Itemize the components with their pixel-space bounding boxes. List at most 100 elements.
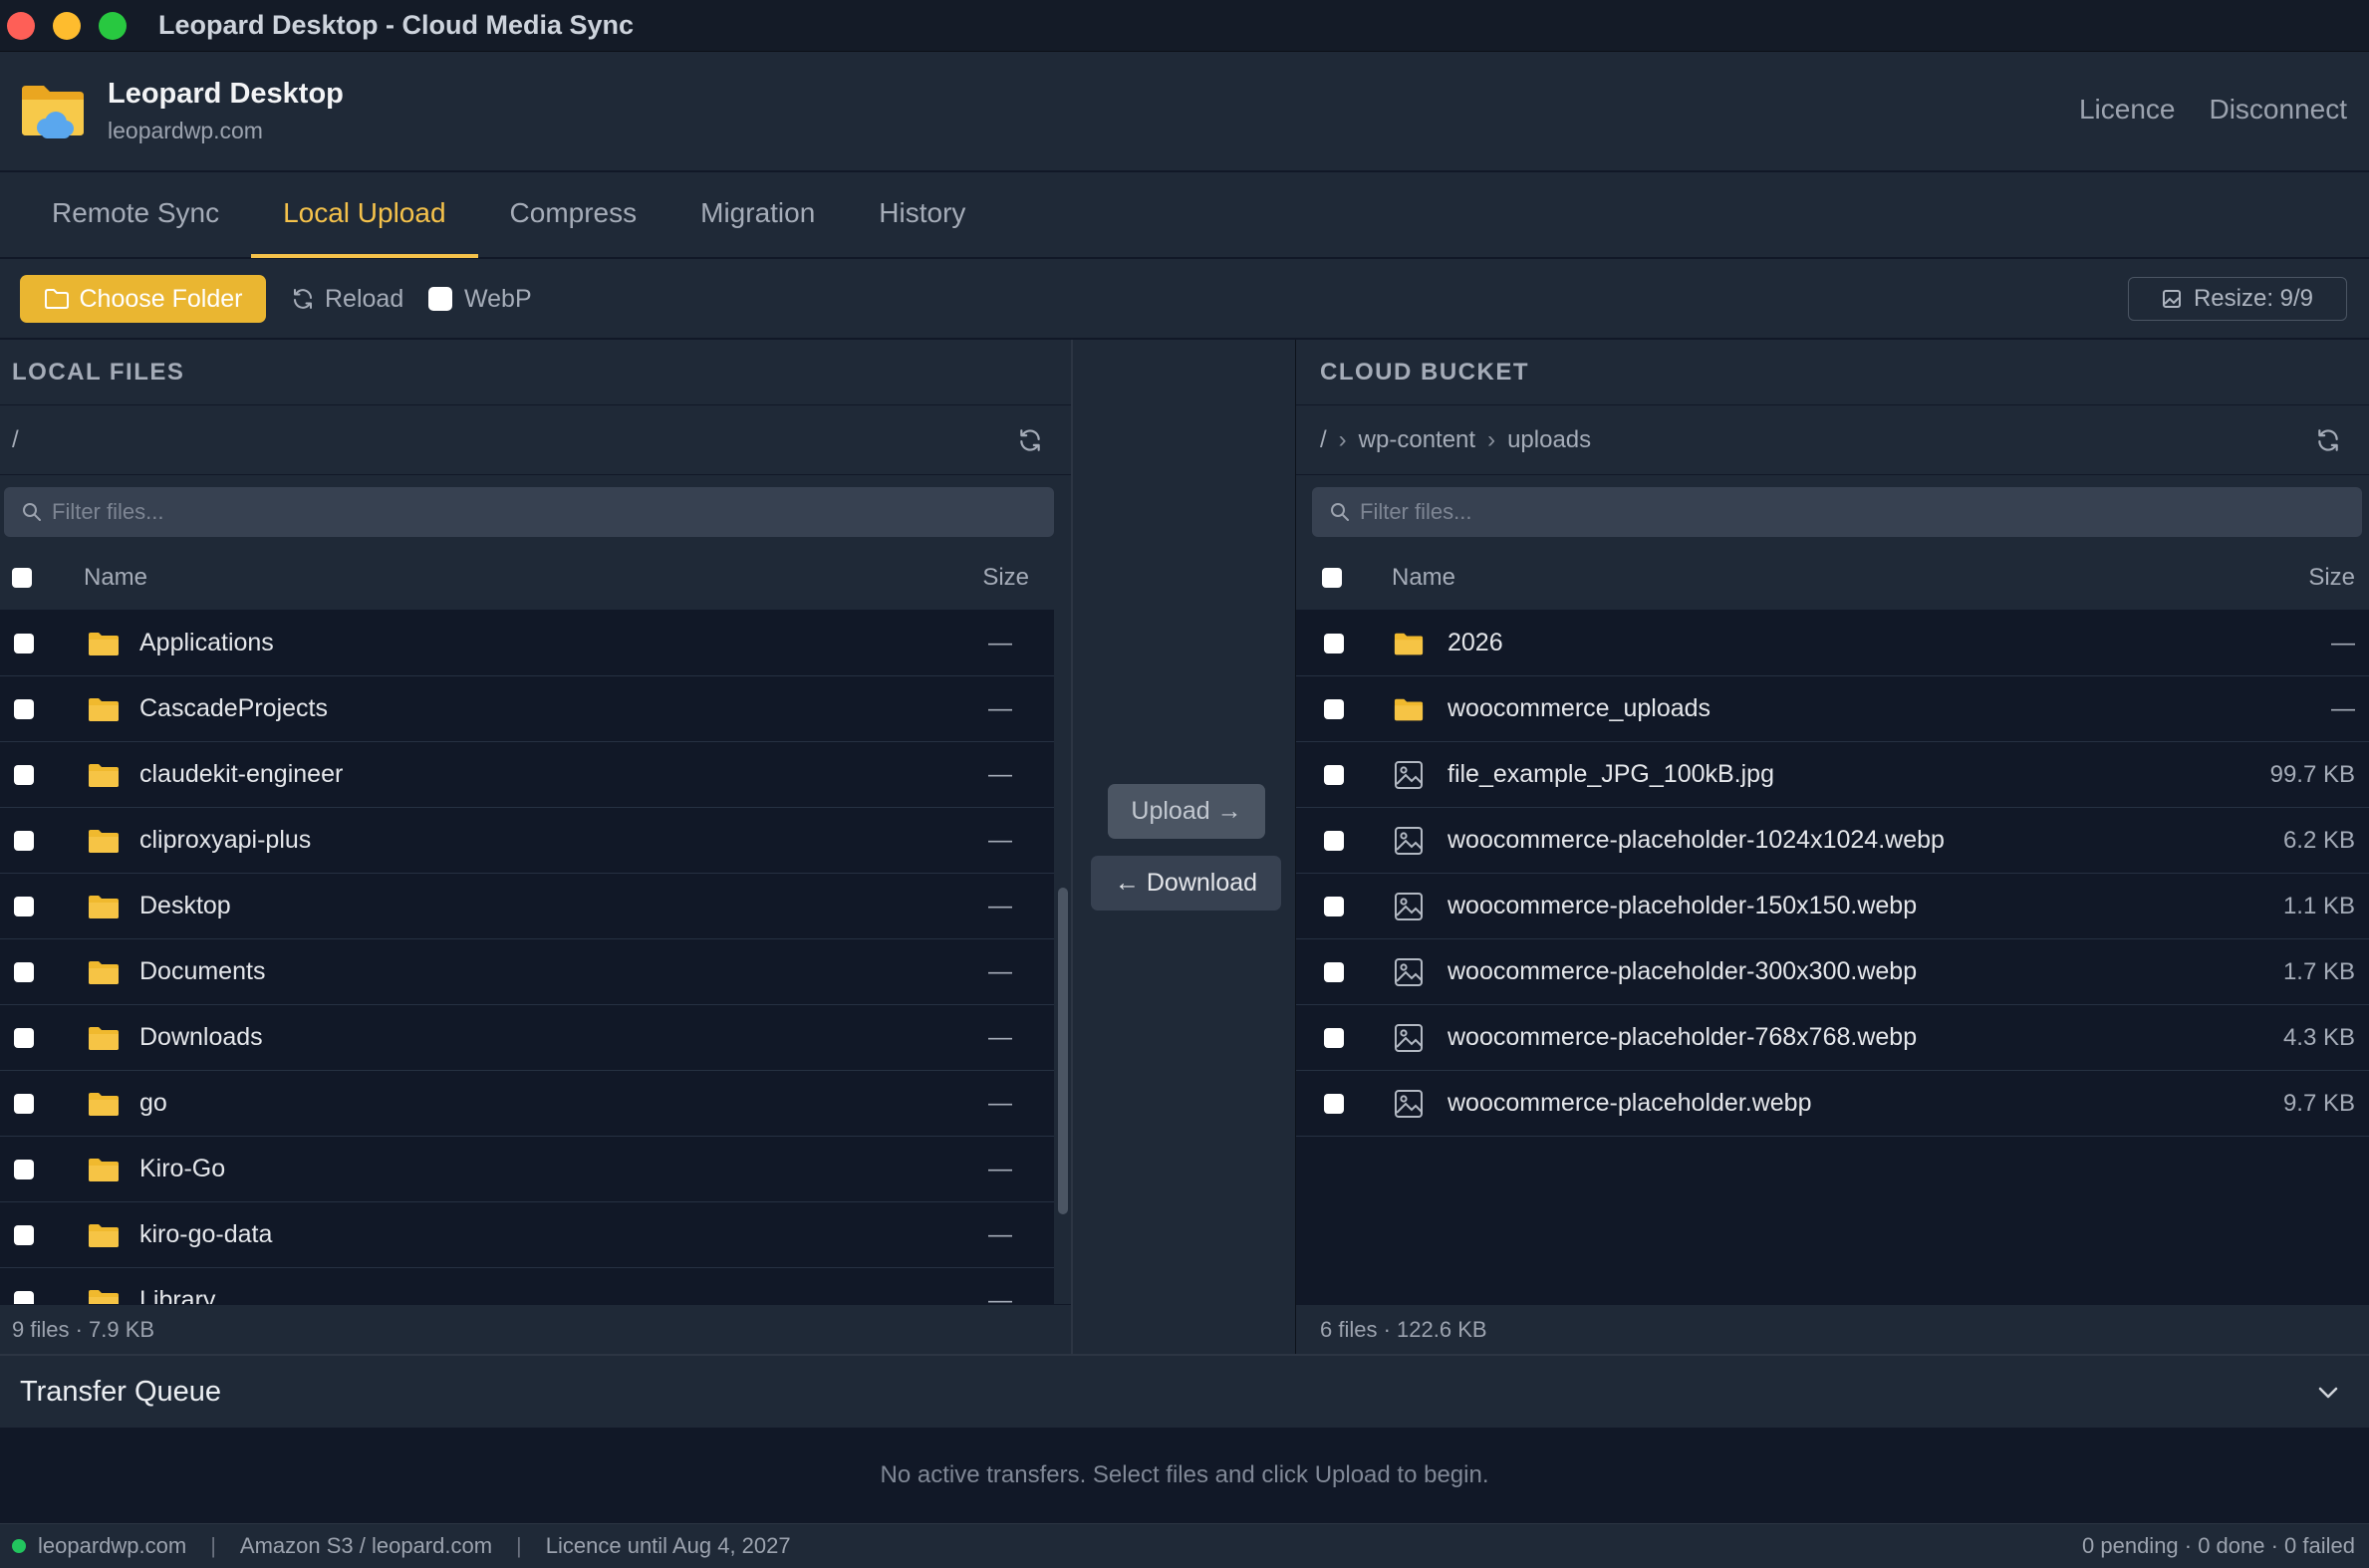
tab-history[interactable]: History: [847, 172, 997, 258]
table-row[interactable]: Desktop —: [0, 874, 1054, 939]
window-controls: [7, 11, 127, 40]
tab-local-upload[interactable]: Local Upload: [251, 172, 478, 258]
file-name: Library: [139, 1286, 216, 1304]
file-name: woocommerce-placeholder.webp: [1448, 1089, 1812, 1117]
cloud-filter: [1312, 487, 2362, 537]
file-size: —: [2331, 694, 2355, 722]
table-row[interactable]: woocommerce_uploads —: [1296, 676, 2369, 742]
row-checkbox[interactable]: [14, 1093, 34, 1114]
row-checkbox[interactable]: [1324, 1093, 1344, 1114]
row-checkbox[interactable]: [14, 961, 34, 982]
choose-folder-button[interactable]: Choose Folder: [20, 275, 266, 323]
row-checkbox[interactable]: [14, 764, 34, 785]
table-row[interactable]: kiro-go-data —: [0, 1202, 1054, 1268]
table-row[interactable]: cliproxyapi-plus —: [0, 808, 1054, 874]
app-name: Leopard Desktop: [108, 78, 344, 110]
row-checkbox[interactable]: [14, 830, 34, 851]
resize-button[interactable]: Resize: 9/9: [2128, 277, 2347, 321]
zoom-window-button[interactable]: [99, 11, 127, 40]
status-storage: Amazon S3 / leopard.com: [239, 1533, 493, 1558]
cloud-select-all-checkbox[interactable]: [1322, 567, 1342, 588]
minimize-window-button[interactable]: [53, 11, 81, 40]
transfer-queue-header[interactable]: Transfer Queue: [0, 1354, 2369, 1428]
tab-compress[interactable]: Compress: [478, 172, 669, 258]
local-col-size[interactable]: Size: [982, 564, 1029, 592]
table-row[interactable]: woocommerce-placeholder.webp 9.7 KB: [1296, 1071, 2369, 1137]
local-scrollbar[interactable]: [1054, 545, 1071, 1304]
table-row[interactable]: 2026 —: [1296, 611, 2369, 676]
table-row[interactable]: Applications —: [0, 611, 1054, 676]
cloud-col-size[interactable]: Size: [2308, 564, 2355, 592]
upload-button[interactable]: Upload →: [1108, 784, 1265, 839]
local-col-name[interactable]: Name: [84, 564, 147, 592]
row-checkbox[interactable]: [14, 698, 34, 719]
row-checkbox[interactable]: [1324, 1027, 1344, 1048]
tab-remote-sync[interactable]: Remote Sync: [20, 172, 251, 258]
image-file-icon: [1394, 760, 1424, 790]
app-window: Leopard Desktop - Cloud Media Sync Leopa…: [0, 0, 2369, 1568]
row-checkbox[interactable]: [14, 1159, 34, 1179]
table-row[interactable]: woocommerce-placeholder-768x768.webp 4.3 …: [1296, 1005, 2369, 1071]
reload-button[interactable]: Reload: [291, 275, 403, 323]
file-size: 1.1 KB: [2282, 892, 2355, 919]
webp-checkbox[interactable]: [428, 287, 452, 311]
local-filter-input[interactable]: [52, 499, 948, 525]
file-size: —: [988, 1155, 1012, 1182]
local-filter-bar: [0, 475, 1071, 545]
local-files-title: LOCAL FILES: [0, 340, 1071, 405]
status-site: leopardwp.com: [38, 1533, 187, 1558]
row-checkbox[interactable]: [1324, 764, 1344, 785]
download-button[interactable]: ← Download: [1091, 856, 1281, 911]
cloud-col-name[interactable]: Name: [1392, 564, 1455, 592]
local-path[interactable]: /: [12, 426, 19, 454]
file-name: woocommerce-placeholder-768x768.webp: [1448, 1023, 1918, 1051]
chevron-down-icon[interactable]: [2313, 1378, 2343, 1408]
row-checkbox[interactable]: [1324, 633, 1344, 653]
refresh-icon[interactable]: [1017, 427, 1043, 453]
file-size: 6.2 KB: [2282, 826, 2355, 854]
tab-migration[interactable]: Migration: [668, 172, 847, 258]
breadcrumb-root[interactable]: /: [1320, 426, 1327, 454]
local-files-pane: LOCAL FILES / Name Size Applications—Cas…: [0, 340, 1071, 1354]
table-row[interactable]: Documents —: [0, 939, 1054, 1005]
row-checkbox[interactable]: [14, 1224, 34, 1245]
close-window-button[interactable]: [7, 11, 35, 40]
table-row[interactable]: claudekit-engineer —: [0, 742, 1054, 808]
row-checkbox[interactable]: [1324, 698, 1344, 719]
file-name: Downloads: [139, 1023, 263, 1051]
table-row[interactable]: Library —: [0, 1268, 1054, 1304]
table-row[interactable]: woocommerce-placeholder-1024x1024.webp 6.…: [1296, 808, 2369, 874]
disconnect-link[interactable]: Disconnect: [2209, 94, 2347, 126]
refresh-icon[interactable]: [2315, 427, 2341, 453]
file-name: Documents: [139, 957, 266, 985]
breadcrumb-uploads[interactable]: uploads: [1507, 426, 1591, 454]
file-name: woocommerce-placeholder-300x300.webp: [1448, 957, 1918, 985]
table-row[interactable]: file_example_JPG_100kB.jpg 99.7 KB: [1296, 742, 2369, 808]
licence-link[interactable]: Licence: [2079, 94, 2176, 126]
folder-icon: [88, 631, 120, 656]
table-row[interactable]: Downloads —: [0, 1005, 1054, 1071]
row-checkbox[interactable]: [1324, 961, 1344, 982]
row-checkbox[interactable]: [14, 1290, 34, 1304]
table-row[interactable]: Kiro-Go —: [0, 1137, 1054, 1202]
row-checkbox[interactable]: [14, 633, 34, 653]
webp-label: WebP: [464, 284, 532, 313]
cloud-filter-input[interactable]: [1360, 499, 2256, 525]
row-checkbox[interactable]: [14, 1027, 34, 1048]
local-scrollbar-thumb[interactable]: [1058, 888, 1068, 1214]
breadcrumb-wp-content[interactable]: wp-content: [1359, 426, 1475, 454]
file-name: woocommerce_uploads: [1448, 694, 1711, 722]
folder-icon: [88, 1288, 120, 1304]
row-checkbox[interactable]: [1324, 896, 1344, 916]
cloud-summary: 6 files · 122.6 KB: [1296, 1304, 2369, 1354]
row-checkbox[interactable]: [14, 896, 34, 916]
table-row[interactable]: woocommerce-placeholder-150x150.webp 1.1 …: [1296, 874, 2369, 939]
file-name: CascadeProjects: [139, 694, 328, 722]
folder-icon: [88, 696, 120, 722]
row-checkbox[interactable]: [1324, 830, 1344, 851]
table-row[interactable]: go —: [0, 1071, 1054, 1137]
local-select-all-checkbox[interactable]: [12, 567, 32, 588]
table-row[interactable]: woocommerce-placeholder-300x300.webp 1.7 …: [1296, 939, 2369, 1005]
cloud-file-list: 2026 — woocommerce_uploads — file_example_JP…: [1296, 611, 2369, 1304]
table-row[interactable]: CascadeProjects —: [0, 676, 1054, 742]
